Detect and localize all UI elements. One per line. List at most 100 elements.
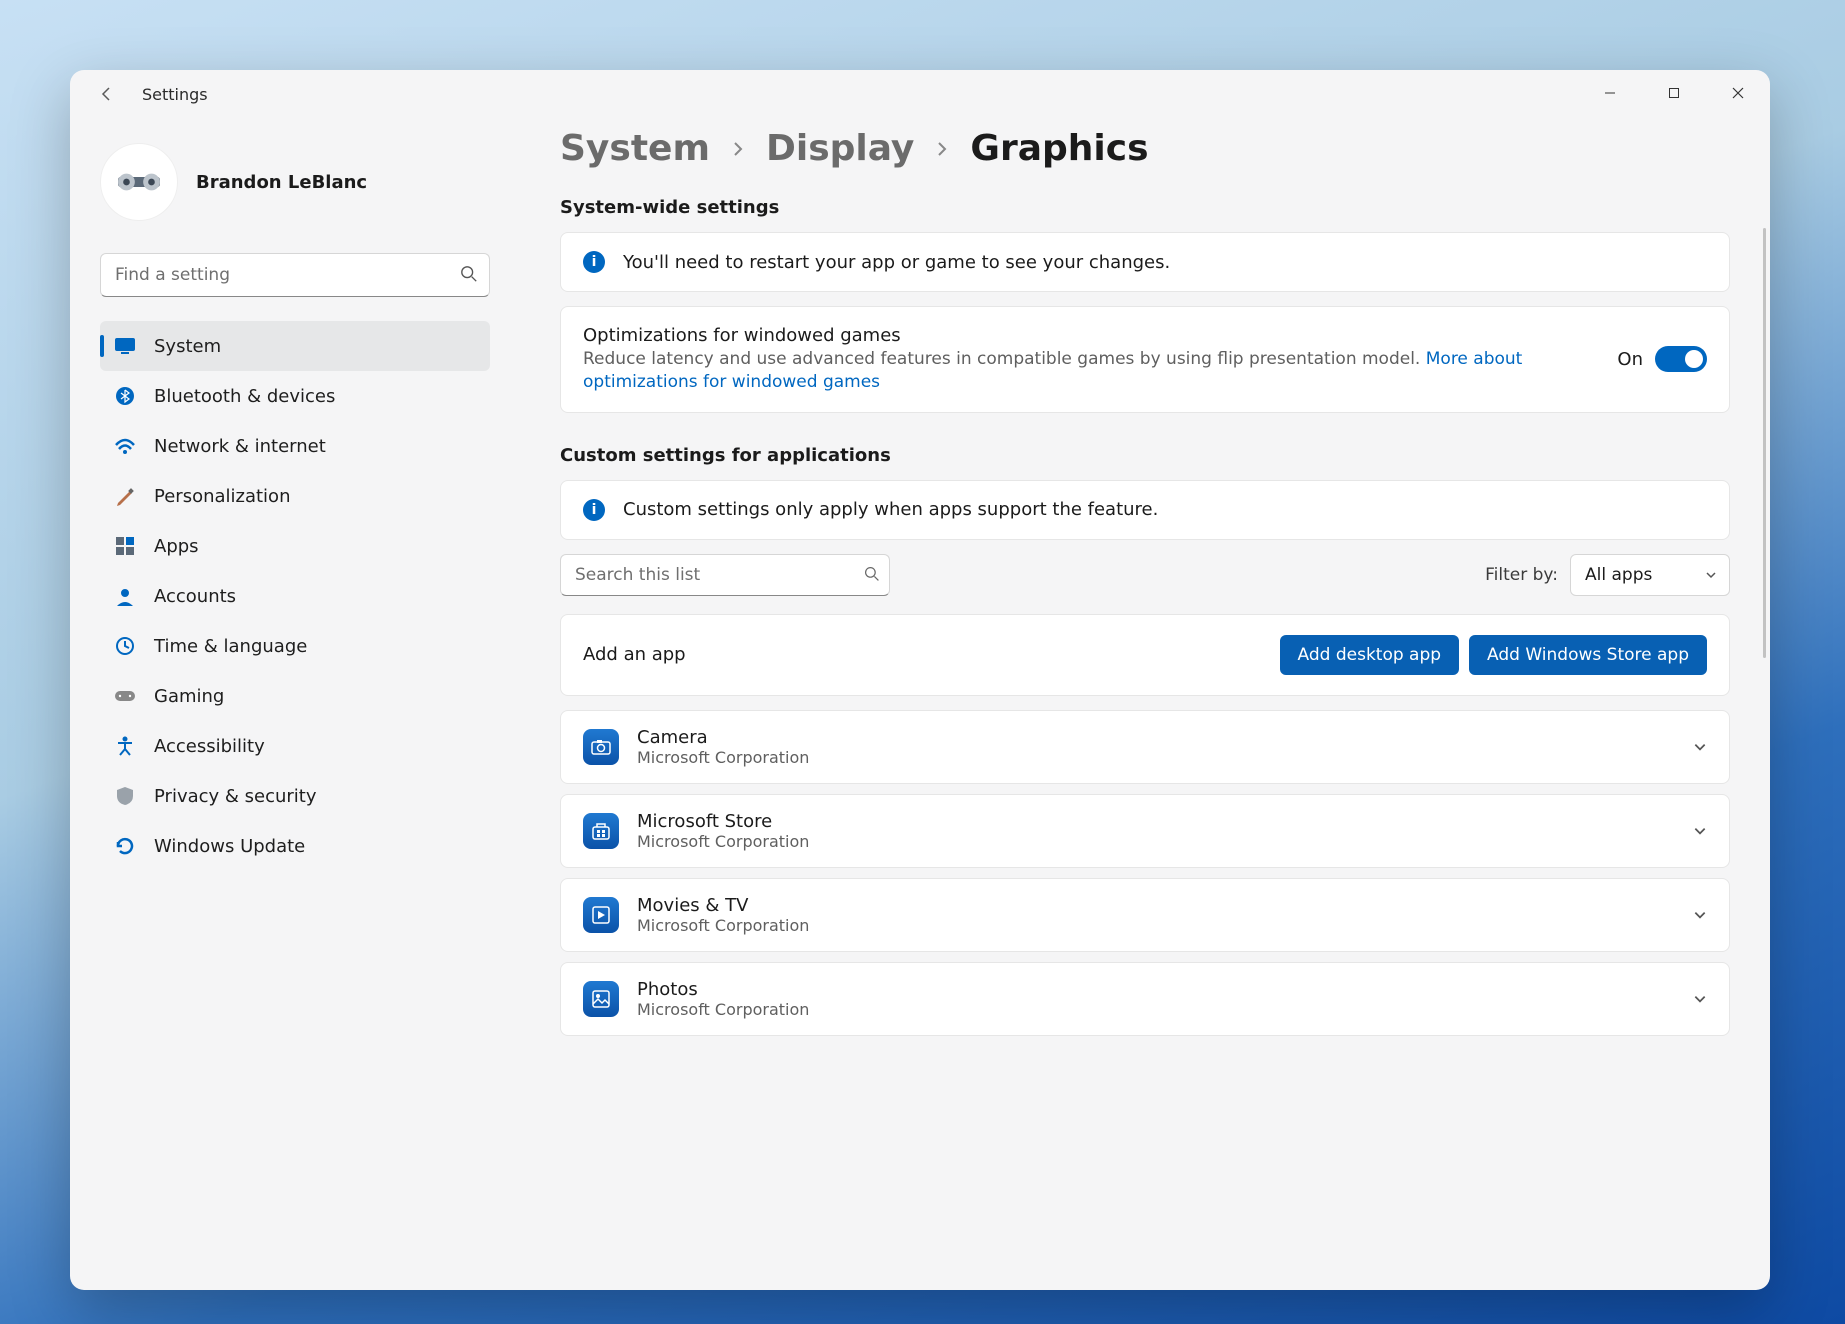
sidebar-item-windows-update[interactable]: Windows Update [100,821,490,871]
filter-selected: All apps [1585,565,1652,585]
sidebar-item-apps[interactable]: Apps [100,521,490,571]
minimize-button[interactable] [1578,70,1642,116]
bluetooth-icon [114,385,136,407]
gaming-icon [114,685,136,707]
personalization-icon [114,485,136,507]
sidebar-item-system[interactable]: System [100,321,490,371]
close-button[interactable] [1706,70,1770,116]
app-row-microsoft-store[interactable]: Microsoft Store Microsoft Corporation [560,794,1730,868]
optimization-desc-text: Reduce latency and use advanced features… [583,349,1426,369]
sidebar-item-label: Accessibility [154,736,265,757]
search-icon [864,566,880,582]
app-publisher: Microsoft Corporation [637,1000,1675,1019]
sidebar-item-gaming[interactable]: Gaming [100,671,490,721]
optimization-description: Reduce latency and use advanced features… [583,348,1599,394]
chevron-down-icon [1705,569,1717,581]
network-icon [114,435,136,457]
custom-info-text: Custom settings only apply when apps sup… [623,499,1158,520]
chevron-down-icon [1693,992,1707,1006]
titlebar: Settings [70,70,1770,118]
system-wide-label: System-wide settings [560,197,1730,218]
app-name: Camera [637,727,1675,748]
chevron-right-icon [730,141,746,157]
sidebar-item-label: Network & internet [154,436,326,457]
camera-app-icon [583,729,619,765]
app-name: Microsoft Store [637,811,1675,832]
sidebar-item-accounts[interactable]: Accounts [100,571,490,621]
restart-info-card: i You'll need to restart your app or gam… [560,232,1730,292]
scrollbar[interactable] [1763,228,1766,658]
store-app-icon [583,813,619,849]
maximize-button[interactable] [1642,70,1706,116]
settings-window: Settings Brandon LeBlanc [70,70,1770,1290]
user-profile[interactable]: Brandon LeBlanc [100,143,490,221]
sidebar-item-bluetooth[interactable]: Bluetooth & devices [100,371,490,421]
main-content: System Display Graphics System-wide sett… [510,118,1770,1290]
custom-info-card: i Custom settings only apply when apps s… [560,480,1730,540]
sidebar-item-label: Personalization [154,486,290,507]
app-row-camera[interactable]: Camera Microsoft Corporation [560,710,1730,784]
sidebar-item-privacy[interactable]: Privacy & security [100,771,490,821]
custom-settings-label: Custom settings for applications [560,445,1730,466]
back-button[interactable] [98,85,116,103]
sidebar-item-label: Accounts [154,586,236,607]
sidebar-item-network[interactable]: Network & internet [100,421,490,471]
photos-app-icon [583,981,619,1017]
info-icon: i [583,499,605,521]
sidebar-item-label: Windows Update [154,836,305,857]
app-name: Photos [637,979,1675,1000]
sidebar-item-label: Privacy & security [154,786,317,807]
accessibility-icon [114,735,136,757]
movies-app-icon [583,897,619,933]
sidebar-item-label: Apps [154,536,199,557]
sidebar-item-label: Gaming [154,686,224,707]
chevron-down-icon [1693,908,1707,922]
sidebar-item-time-language[interactable]: Time & language [100,621,490,671]
optimization-toggle-row: On [1617,346,1707,372]
optimization-title: Optimizations for windowed games [583,325,1599,346]
sidebar-item-accessibility[interactable]: Accessibility [100,721,490,771]
search-icon [460,265,478,283]
app-list-search-input[interactable] [560,554,890,596]
app-name: Movies & TV [637,895,1675,916]
system-icon [114,335,136,357]
breadcrumb-display[interactable]: Display [766,128,914,169]
window-title: Settings [142,85,208,104]
sidebar-item-personalization[interactable]: Personalization [100,471,490,521]
add-app-card: Add an app Add desktop app Add Windows S… [560,614,1730,696]
profile-name: Brandon LeBlanc [196,172,367,193]
accounts-icon [114,585,136,607]
optimization-card: Optimizations for windowed games Reduce … [560,306,1730,413]
app-publisher: Microsoft Corporation [637,832,1675,851]
add-desktop-app-button[interactable]: Add desktop app [1280,635,1460,675]
filter-by-label: Filter by: [1485,565,1558,585]
filter-dropdown[interactable]: All apps [1570,554,1730,596]
app-publisher: Microsoft Corporation [637,748,1675,767]
find-setting-input[interactable] [100,253,490,297]
breadcrumb: System Display Graphics [560,128,1730,169]
shield-icon [114,785,136,807]
app-list-search[interactable] [560,554,890,596]
sidebar-item-label: System [154,336,221,357]
find-setting-search[interactable] [100,253,490,297]
chevron-right-icon [934,141,950,157]
add-store-app-button[interactable]: Add Windows Store app [1469,635,1707,675]
avatar [100,143,178,221]
app-row-photos[interactable]: Photos Microsoft Corporation [560,962,1730,1036]
apps-icon [114,535,136,557]
breadcrumb-system[interactable]: System [560,128,710,169]
add-app-label: Add an app [583,644,1270,665]
app-publisher: Microsoft Corporation [637,916,1675,935]
chevron-down-icon [1693,740,1707,754]
optimization-toggle[interactable] [1655,346,1707,372]
sidebar: Brandon LeBlanc System Bluetooth & devic… [70,118,510,1290]
sidebar-item-label: Time & language [154,636,307,657]
app-row-movies-tv[interactable]: Movies & TV Microsoft Corporation [560,878,1730,952]
restart-info-text: You'll need to restart your app or game … [623,252,1170,273]
sidebar-nav: System Bluetooth & devices Network & int… [100,321,490,871]
windows-update-icon [114,835,136,857]
chevron-down-icon [1693,824,1707,838]
breadcrumb-graphics: Graphics [970,128,1148,169]
toggle-state-label: On [1617,349,1643,370]
sidebar-item-label: Bluetooth & devices [154,386,335,407]
